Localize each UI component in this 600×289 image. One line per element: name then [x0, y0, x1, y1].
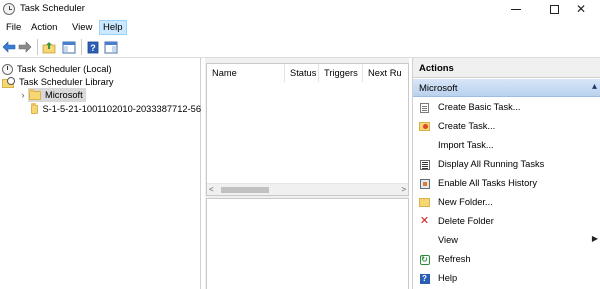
back-arrow-icon: [2, 41, 16, 53]
folder-up-icon: [42, 41, 56, 53]
action-display-running-tasks[interactable]: Display All Running Tasks: [413, 155, 600, 174]
library-folder-icon: [2, 76, 15, 88]
folder-icon: [29, 88, 41, 100]
action-new-folder[interactable]: New Folder...: [413, 193, 600, 212]
toolbar: ?: [0, 36, 600, 58]
console-tree-icon: [62, 41, 76, 53]
action-label: New Folder...: [438, 197, 493, 207]
action-label: View: [438, 235, 458, 245]
tree-item-task-scheduler-library[interactable]: Task Scheduler Library: [2, 75, 114, 89]
menu-file[interactable]: File: [3, 21, 24, 34]
back-button[interactable]: [1, 39, 17, 55]
folder-icon: [419, 197, 430, 208]
column-header-status[interactable]: Status: [285, 64, 319, 82]
tree-item-selection: Microsoft: [28, 88, 86, 102]
action-label: Import Task...: [438, 140, 494, 150]
window-title: Task Scheduler: [20, 3, 85, 14]
actions-group-label: Microsoft: [419, 83, 458, 94]
tree-item-task-scheduler-local[interactable]: Task Scheduler (Local): [2, 62, 112, 76]
close-icon: ✕: [575, 2, 587, 16]
toolbar-separator: [37, 39, 38, 55]
task-icon: [419, 102, 430, 113]
toolbar-separator: [81, 39, 82, 55]
column-header-triggers[interactable]: Triggers: [319, 64, 363, 82]
tree-item-label: Microsoft: [45, 90, 83, 100]
console-tree-pane: Task Scheduler (Local) Task Scheduler Li…: [0, 58, 201, 289]
scrollbar-thumb[interactable]: [221, 187, 269, 193]
submenu-arrow-icon: ▶: [591, 234, 598, 243]
menu-view[interactable]: View: [69, 21, 95, 34]
action-create-task[interactable]: Create Task...: [413, 117, 600, 136]
task-list-pane: Name Status Triggers Next Ru < >: [205, 58, 409, 289]
action-label: Create Basic Task...: [438, 102, 521, 112]
action-label: Help: [438, 273, 458, 283]
refresh-icon: ↻: [419, 254, 430, 265]
show-hide-action-pane-button[interactable]: [103, 39, 119, 55]
task-list[interactable]: Name Status Triggers Next Ru < >: [206, 63, 409, 196]
help-button[interactable]: ?: [85, 39, 101, 55]
scroll-left-icon[interactable]: <: [209, 185, 214, 194]
title-bar: Task Scheduler ✕: [0, 0, 600, 18]
action-label: Refresh: [438, 254, 471, 264]
action-pane-icon: [104, 41, 118, 53]
actions-pane: Actions Microsoft ▴ Create Basic Task...…: [412, 58, 600, 289]
help-book-icon: ?: [87, 41, 99, 53]
actions-group-microsoft[interactable]: Microsoft ▴: [413, 79, 600, 97]
scroll-right-icon[interactable]: >: [401, 185, 406, 194]
tree-item-microsoft[interactable]: › Microsoft: [18, 88, 86, 102]
menu-action[interactable]: Action: [28, 21, 60, 34]
column-header-next-run[interactable]: Next Ru: [363, 64, 409, 82]
action-label: Delete Folder: [438, 216, 494, 226]
tree-item-label: S-1-5-21-1001102010-2033387712-56: [42, 104, 201, 114]
collapse-icon[interactable]: ▴: [592, 81, 597, 92]
action-delete-folder[interactable]: ✕ Delete Folder: [413, 212, 600, 231]
horizontal-scrollbar[interactable]: < >: [207, 183, 408, 195]
tree-item-sid-folder[interactable]: S-1-5-21-1001102010-2033387712-56: [31, 102, 201, 116]
minimize-button[interactable]: [497, 0, 535, 18]
delete-icon: ✕: [419, 215, 430, 227]
action-label: Enable All Tasks History: [438, 178, 538, 188]
actions-header: Actions: [413, 58, 600, 78]
action-import-task[interactable]: Import Task...: [413, 136, 600, 155]
chevron-right-icon[interactable]: ›: [18, 90, 28, 100]
svg-text:?: ?: [90, 43, 96, 53]
action-label: Create Task...: [438, 121, 496, 131]
maximize-icon: [549, 4, 559, 14]
tree-item-label: Task Scheduler Library: [19, 77, 114, 87]
action-help[interactable]: ? Help: [413, 269, 600, 288]
up-one-level-button[interactable]: [41, 39, 57, 55]
show-hide-console-tree-button[interactable]: [61, 39, 77, 55]
tree-item-label: Task Scheduler (Local): [17, 64, 112, 74]
menu-help[interactable]: Help: [99, 20, 127, 35]
history-icon: [419, 178, 430, 189]
action-create-basic-task[interactable]: Create Basic Task...: [413, 98, 600, 117]
action-label: Display All Running Tasks: [438, 159, 545, 169]
task-detail-panel: [206, 198, 409, 289]
minimize-icon: [511, 8, 521, 10]
column-header-name[interactable]: Name: [207, 64, 285, 82]
action-refresh[interactable]: ↻ Refresh: [413, 250, 600, 269]
task-scheduler-app-icon: [3, 3, 15, 15]
action-enable-tasks-history[interactable]: Enable All Tasks History: [413, 174, 600, 193]
action-view[interactable]: View ▶: [413, 231, 600, 250]
clock-folder-icon: [419, 121, 430, 132]
folder-icon: [31, 102, 39, 114]
clock-icon: [2, 63, 13, 75]
forward-button[interactable]: [17, 39, 33, 55]
forward-arrow-icon: [18, 41, 32, 53]
help-icon: ?: [419, 273, 430, 284]
list-icon: [419, 159, 430, 170]
close-button[interactable]: ✕: [562, 0, 600, 18]
menu-bar: File Action View Help: [0, 18, 600, 36]
